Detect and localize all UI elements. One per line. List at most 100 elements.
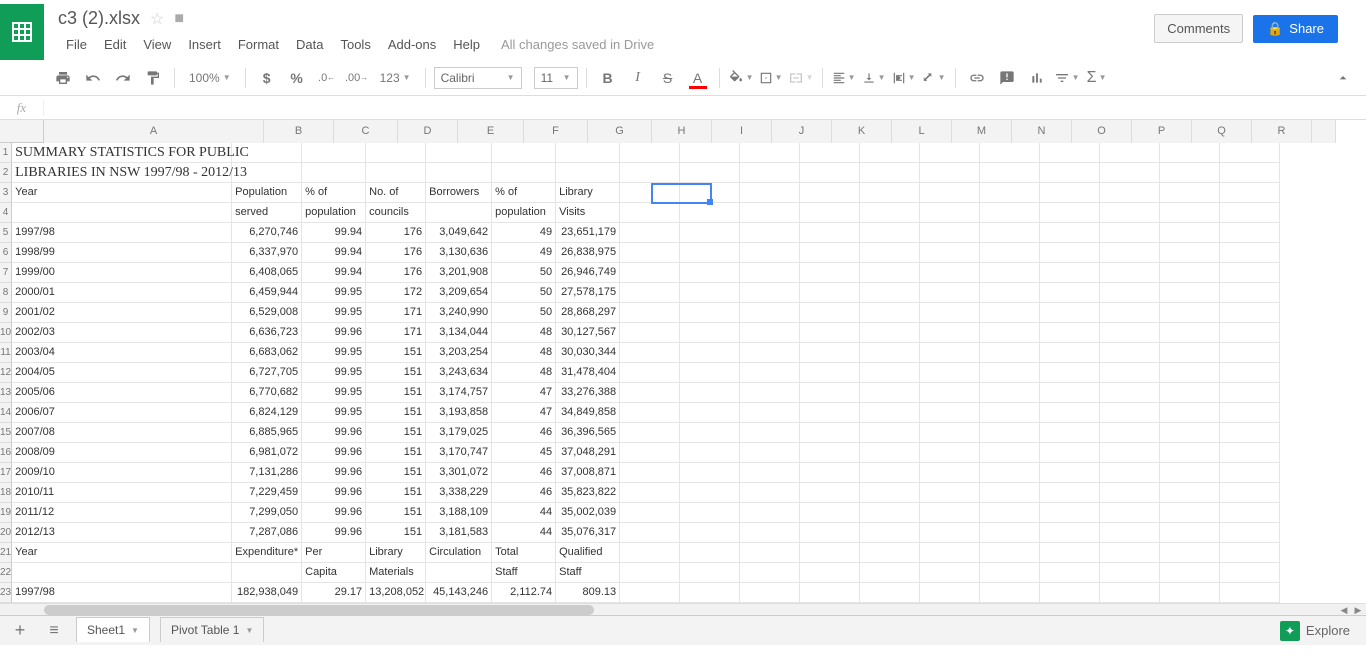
explore-button[interactable]: ✦ Explore (1272, 617, 1358, 645)
cell[interactable] (1040, 283, 1100, 302)
menu-tools[interactable]: Tools (332, 33, 378, 56)
cell[interactable]: 46 (492, 423, 556, 442)
cell[interactable] (740, 463, 800, 482)
cell[interactable]: 99.95 (302, 283, 366, 302)
cell[interactable] (12, 203, 232, 222)
cell[interactable] (680, 463, 740, 482)
cell[interactable]: 151 (366, 483, 426, 502)
cell[interactable] (980, 223, 1040, 242)
cell[interactable]: 2009/10 (12, 463, 232, 482)
row-header-6[interactable]: 6 (0, 243, 12, 263)
cell[interactable] (800, 543, 860, 562)
cell[interactable] (740, 423, 800, 442)
cell[interactable]: 6,981,072 (232, 443, 302, 462)
cell[interactable]: 99.95 (302, 363, 366, 382)
cell[interactable] (620, 343, 680, 362)
cell[interactable]: 30,127,567 (556, 323, 620, 342)
cell[interactable] (680, 243, 740, 262)
cell[interactable]: 151 (366, 343, 426, 362)
row-header-7[interactable]: 7 (0, 263, 12, 283)
row-header-5[interactable]: 5 (0, 223, 12, 243)
cell[interactable] (1040, 543, 1100, 562)
cell[interactable]: population (492, 203, 556, 222)
cell[interactable] (920, 223, 980, 242)
cell[interactable]: 47 (492, 403, 556, 422)
cell[interactable] (920, 363, 980, 382)
comments-button[interactable]: Comments (1154, 14, 1243, 43)
cell[interactable] (302, 163, 366, 182)
scroll-thumb[interactable] (44, 605, 594, 615)
dec-increase-icon[interactable]: .00→ (344, 65, 370, 91)
cell[interactable]: served (232, 203, 302, 222)
cell[interactable]: 1999/00 (12, 263, 232, 282)
cell[interactable]: 2010/11 (12, 483, 232, 502)
valign-icon[interactable]: ▼ (861, 65, 887, 91)
cell[interactable] (860, 363, 920, 382)
cell[interactable] (740, 583, 800, 602)
cell[interactable]: 35,076,317 (556, 523, 620, 542)
cell[interactable] (620, 223, 680, 242)
cell[interactable] (1160, 463, 1220, 482)
cell[interactable]: 49 (492, 243, 556, 262)
cell[interactable]: 6,824,129 (232, 403, 302, 422)
col-header-P[interactable]: P (1132, 120, 1192, 143)
cell[interactable]: Expenditure* (232, 543, 302, 562)
cell[interactable] (366, 143, 426, 162)
cell[interactable] (800, 163, 860, 182)
cell[interactable] (980, 183, 1040, 202)
cell[interactable] (620, 423, 680, 442)
cell[interactable] (680, 303, 740, 322)
cell[interactable]: No. of (366, 183, 426, 202)
cell[interactable] (1040, 523, 1100, 542)
cell[interactable] (920, 503, 980, 522)
cell[interactable] (740, 163, 800, 182)
tab-sheet1[interactable]: Sheet1▼ (76, 617, 150, 642)
cell[interactable]: 33,276,388 (556, 383, 620, 402)
row-header-20[interactable]: 20 (0, 523, 12, 543)
cell[interactable] (980, 483, 1040, 502)
cell[interactable]: 99.95 (302, 303, 366, 322)
cell[interactable]: 23,651,179 (556, 223, 620, 242)
cell[interactable] (980, 463, 1040, 482)
cell[interactable]: 50 (492, 303, 556, 322)
cell[interactable] (426, 143, 492, 162)
cell[interactable] (740, 523, 800, 542)
select-all-corner[interactable] (0, 120, 44, 143)
cell[interactable]: 1997/98 (12, 583, 232, 602)
cell[interactable] (1220, 543, 1280, 562)
cell[interactable] (800, 423, 860, 442)
row-header-12[interactable]: 12 (0, 363, 12, 383)
cell[interactable]: 99.96 (302, 523, 366, 542)
folder-icon[interactable]: ■ (174, 10, 184, 28)
cell[interactable] (620, 543, 680, 562)
cell[interactable] (920, 303, 980, 322)
horizontal-scrollbar[interactable]: ◀ ▶ (0, 603, 1366, 615)
cell[interactable] (740, 263, 800, 282)
cell[interactable] (1160, 403, 1220, 422)
cell[interactable] (1160, 583, 1220, 602)
cell[interactable] (12, 563, 232, 582)
cell[interactable]: 2008/09 (12, 443, 232, 462)
cell[interactable] (1160, 203, 1220, 222)
cell[interactable] (620, 143, 680, 162)
merge-icon[interactable]: ▼ (788, 65, 814, 91)
cell[interactable]: Materials (366, 563, 426, 582)
cell[interactable] (620, 583, 680, 602)
cell[interactable] (800, 443, 860, 462)
cell[interactable] (620, 363, 680, 382)
cell[interactable]: 3,174,757 (426, 383, 492, 402)
cell[interactable] (1040, 183, 1100, 202)
cell[interactable]: 99.94 (302, 243, 366, 262)
cell[interactable] (800, 243, 860, 262)
cell[interactable] (1160, 263, 1220, 282)
col-header-D[interactable]: D (398, 120, 458, 143)
col-header-A[interactable]: A (44, 120, 264, 143)
cell[interactable] (680, 343, 740, 362)
scroll-left-icon[interactable]: ◀ (1338, 604, 1350, 616)
cell[interactable] (800, 583, 860, 602)
cell[interactable] (232, 143, 302, 162)
cell[interactable]: 36,396,565 (556, 423, 620, 442)
cell[interactable] (1100, 543, 1160, 562)
cell[interactable]: Staff (556, 563, 620, 582)
cell[interactable] (1040, 323, 1100, 342)
